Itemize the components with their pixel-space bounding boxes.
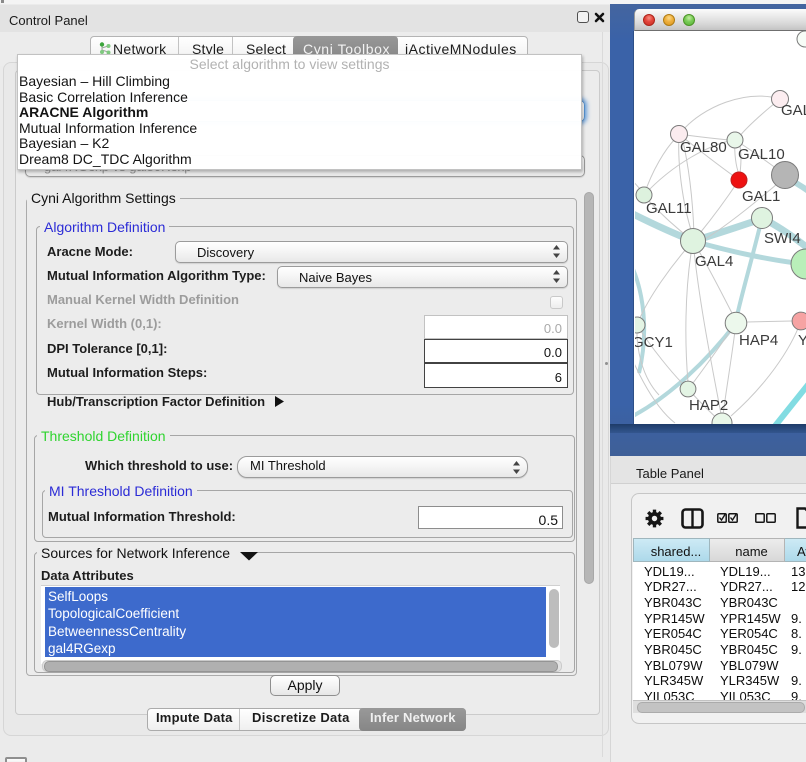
- svg-text:HAP2: HAP2: [689, 397, 728, 414]
- svg-text:SWI4: SWI4: [764, 230, 801, 247]
- svg-text:GAL1: GAL1: [742, 188, 780, 205]
- svg-text:GAL11: GAL11: [646, 200, 692, 217]
- svg-text:GAL80: GAL80: [680, 139, 727, 156]
- svg-text:GCY1: GCY1: [635, 334, 673, 351]
- svg-text:YJ: YJ: [798, 332, 806, 349]
- svg-text:GAL2: GAL2: [781, 102, 806, 119]
- svg-text:GAL4: GAL4: [695, 253, 733, 270]
- svg-text:HAP4: HAP4: [739, 332, 778, 349]
- svg-text:GAL10: GAL10: [738, 146, 785, 163]
